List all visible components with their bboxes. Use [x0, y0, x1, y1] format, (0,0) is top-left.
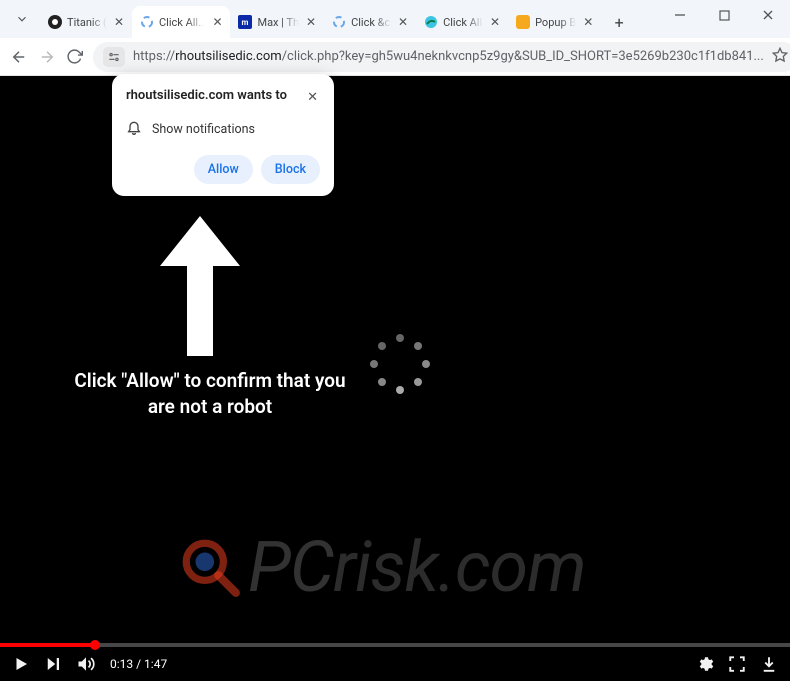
address-bar[interactable]: https://rhoutsilisedic.com/click.php?key… — [93, 42, 790, 72]
allow-button[interactable]: Allow — [194, 155, 253, 184]
forward-button[interactable] — [38, 46, 56, 68]
tab-label: Click &c — [351, 16, 391, 29]
url-text: https://rhoutsilisedic.com/click.php?key… — [133, 49, 764, 64]
fullscreen-button[interactable] — [728, 655, 746, 673]
robot-prompt-text: Click "Allow" to confirm that you are no… — [60, 368, 360, 419]
tab-label: Max | Th — [257, 16, 299, 29]
tab-titanic[interactable]: Titanic ( ✕ — [40, 6, 132, 38]
close-icon[interactable]: ✕ — [210, 15, 224, 29]
favicon-hbo — [48, 15, 62, 29]
window-titlebar: Titanic ( ✕ Click All… ✕ m Max | Th ✕ Cl… — [0, 0, 790, 38]
favicon-spinner — [140, 15, 154, 29]
permission-line: Show notifications — [152, 122, 255, 137]
back-button[interactable] — [10, 46, 28, 68]
video-time: 0:13 / 1:47 — [110, 657, 167, 671]
volume-button[interactable] — [76, 654, 96, 674]
block-button[interactable]: Block — [261, 155, 320, 184]
download-button[interactable] — [760, 655, 778, 673]
tab-max[interactable]: m Max | Th ✕ — [230, 6, 324, 38]
magnifier-icon — [180, 537, 242, 599]
window-controls — [658, 0, 790, 38]
minimize-button[interactable] — [658, 0, 702, 30]
close-icon[interactable]: ✕ — [396, 15, 410, 29]
close-icon[interactable]: ✕ — [305, 88, 320, 107]
video-control-bar: 0:13 / 1:47 — [0, 647, 790, 681]
maximize-button[interactable] — [702, 0, 746, 30]
tab-label: Click All… — [159, 16, 205, 29]
favicon-spinner — [332, 15, 346, 29]
close-icon[interactable]: ✕ — [488, 15, 502, 29]
reload-button[interactable] — [66, 46, 83, 68]
pcrisk-watermark: PCrisk.com — [180, 527, 586, 609]
play-button[interactable] — [12, 655, 30, 673]
close-window-button[interactable] — [746, 0, 790, 30]
tab-click-c[interactable]: Click &c ✕ — [324, 6, 416, 38]
bookmark-star-icon[interactable] — [772, 47, 788, 67]
favicon-edge — [424, 15, 438, 29]
tab-strip: Titanic ( ✕ Click All… ✕ m Max | Th ✕ Cl… — [40, 0, 601, 38]
close-icon[interactable]: ✕ — [112, 15, 126, 29]
permission-title: rhoutsilisedic.com wants to — [126, 88, 287, 103]
tab-click-all-edge[interactable]: Click All ✕ — [416, 6, 508, 38]
browser-toolbar: https://rhoutsilisedic.com/click.php?key… — [0, 38, 790, 76]
up-arrow-graphic — [155, 216, 245, 356]
bell-icon — [126, 119, 142, 139]
tab-label: Titanic ( — [67, 16, 107, 29]
notification-permission-popup: rhoutsilisedic.com wants to ✕ Show notif… — [112, 74, 334, 196]
settings-gear-icon[interactable] — [696, 655, 714, 673]
tab-click-all-active[interactable]: Click All… ✕ — [132, 6, 230, 38]
svg-text:m: m — [242, 18, 249, 27]
loading-spinner — [370, 334, 430, 394]
tab-popup-b[interactable]: Popup B ✕ — [508, 6, 601, 38]
tab-list-chevron[interactable] — [4, 4, 40, 34]
tab-label: Click All — [443, 16, 483, 29]
close-icon[interactable]: ✕ — [581, 15, 595, 29]
tab-label: Popup B — [535, 16, 576, 29]
site-settings-icon[interactable] — [103, 47, 125, 67]
close-icon[interactable]: ✕ — [304, 15, 318, 29]
next-button[interactable] — [44, 655, 62, 673]
new-tab-button[interactable]: + — [605, 8, 633, 36]
favicon-max: m — [238, 15, 252, 29]
favicon-bullet — [516, 15, 530, 29]
